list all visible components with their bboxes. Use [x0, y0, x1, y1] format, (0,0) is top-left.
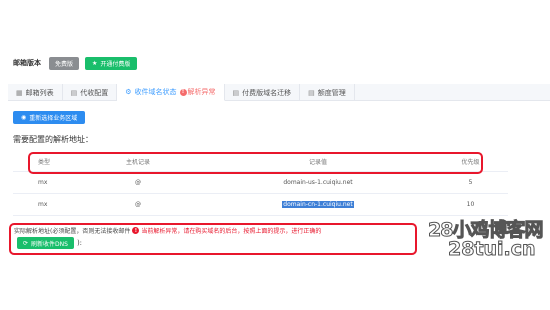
refresh-row: ⟳ 刷新收件DNS ):	[17, 237, 82, 249]
tab-bar: ▦ 邮箱列表 ▤ 代收配置 ⚙ 收件域名状态 ! 解析异常 ▤ 付费版域名迁移 …	[8, 84, 550, 101]
watermark-line2: 28tui.cn	[448, 238, 537, 261]
record-host: @	[135, 201, 141, 208]
resolution-error-text: 当前解析异常，请在购买域名的后台，按照上面的提示，进行正确的	[141, 228, 322, 235]
record-value-cell: domain-cn-1.cuiqiu.net	[203, 201, 433, 208]
error-icon: !	[179, 88, 187, 96]
record-priority: 5	[468, 179, 473, 186]
record-type: mx	[38, 201, 48, 208]
record-value[interactable]: domain-us-1.cuiqiu.net	[203, 179, 433, 186]
tab-paid-domain-migration[interactable]: ▤ 付费版域名迁移	[225, 84, 301, 101]
resolve-error-badge: ! 解析异常	[179, 87, 216, 97]
tab-label: 收件域名状态	[134, 88, 177, 96]
actual-resolution-line: 实际解析地址(必须配置，否则无法接收邮件 ! 当前解析异常，请在购买域名的后台，…	[14, 226, 321, 235]
refresh-suffix: ):	[76, 239, 83, 247]
version-row: 邮箱版本 免费版 ★ 开通付费版	[13, 56, 138, 70]
resolution-error-message: ! 当前解析异常，请在购买域名的后台，按照上面的提示，进行正确的	[132, 226, 321, 235]
document-icon: ▤	[70, 88, 78, 97]
location-pin-icon: ◉	[21, 114, 27, 121]
upgrade-paid-button[interactable]: ★ 开通付费版	[85, 56, 138, 70]
tab-label: 邮箱列表	[25, 88, 54, 97]
record-priority: 10	[466, 201, 475, 208]
table-row: mx @ domain-cn-1.cuiqiu.net 10	[13, 194, 508, 216]
record-type: mx	[38, 179, 48, 186]
reselect-region-button[interactable]: ◉ 重新选择业务区域	[13, 111, 86, 124]
list-icon: ▦	[16, 88, 23, 97]
document-icon: ▤	[232, 88, 240, 97]
tab-label: 额度管理	[317, 88, 346, 97]
table-row: mx @ domain-us-1.cuiqiu.net 5	[13, 172, 508, 194]
watermark: 28小鸡博客网 28tui.cn	[418, 214, 548, 264]
reselect-region-label: 重新选择业务区域	[29, 115, 78, 122]
free-version-button[interactable]: 免费版	[49, 56, 80, 70]
tab-mailbox-list[interactable]: ▦ 邮箱列表	[8, 84, 63, 101]
actual-resolution-prefix: 实际解析地址(必须配置，否则无法接收邮件	[14, 228, 131, 235]
tab-quota-management[interactable]: ▤ 额度管理	[300, 84, 355, 101]
resolve-error-label: 解析异常	[187, 88, 216, 96]
record-value-selected[interactable]: domain-cn-1.cuiqiu.net	[282, 201, 354, 208]
error-icon: !	[132, 227, 140, 234]
cart-icon: ★	[92, 59, 98, 67]
refresh-icon: ⟳	[23, 239, 29, 247]
header-highlight-box	[28, 152, 483, 174]
section-title: 需要配置的解析地址：	[13, 135, 93, 144]
version-label: 邮箱版本	[13, 59, 41, 67]
document-icon: ▤	[308, 88, 315, 97]
tab-receiving-domain-status[interactable]: ⚙ 收件域名状态 ! 解析异常	[117, 84, 225, 101]
refresh-dns-label: 刷新收件DNS	[31, 240, 68, 248]
gear-icon: ⚙	[125, 88, 132, 96]
refresh-dns-button[interactable]: ⟳ 刷新收件DNS	[17, 237, 74, 249]
tab-label: 代收配置	[80, 88, 109, 97]
upgrade-paid-label: 开通付费版	[100, 60, 131, 68]
tab-label: 付费版域名迁移	[242, 88, 292, 97]
record-host: @	[135, 179, 141, 186]
tab-collection-config[interactable]: ▤ 代收配置	[63, 84, 118, 101]
